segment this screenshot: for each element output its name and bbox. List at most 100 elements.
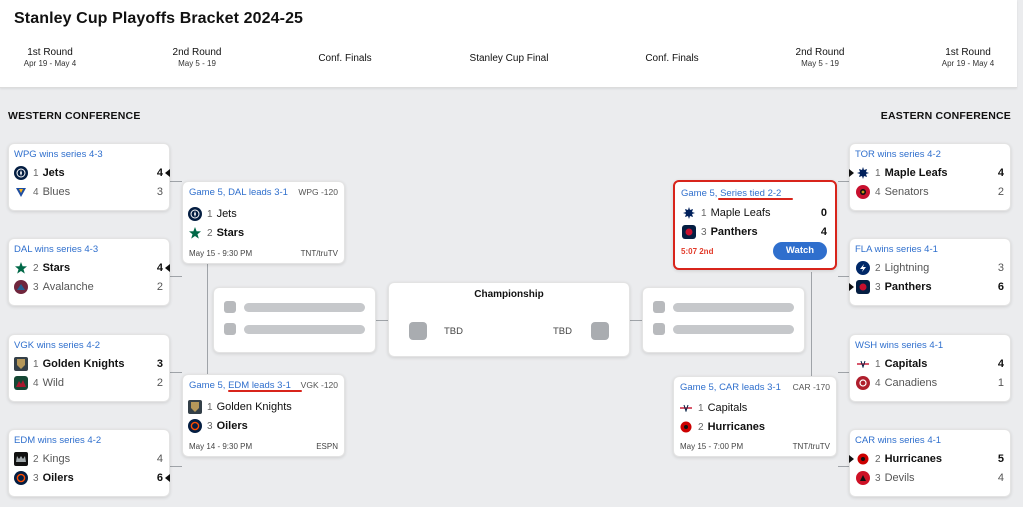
- series-result-link[interactable]: FLA wins series 4-1: [855, 244, 938, 255]
- team-row-capitals[interactable]: 1 Capitals: [679, 400, 830, 416]
- oilers-logo-icon: [14, 471, 28, 485]
- team-row-maple-leafs[interactable]: 1 Maple Leafs 0: [682, 205, 827, 221]
- team-row-hurricanes[interactable]: 2 Hurricanes: [679, 419, 830, 435]
- team-row-jets[interactable]: 1 Jets: [188, 206, 338, 222]
- team-row-stars[interactable]: 2 Stars 4: [14, 260, 163, 276]
- winner-arrow-icon: [165, 474, 170, 482]
- red-underline-annotation: [228, 390, 302, 392]
- golden-knights-logo-icon: [188, 400, 202, 414]
- series-result-link[interactable]: EDM wins series 4-2: [14, 435, 101, 446]
- game-card-wsh-car[interactable]: Game 5, CAR leads 3-1 CAR -170 1 Capital…: [673, 376, 837, 457]
- winner-arrow-icon: [849, 169, 854, 177]
- team-placeholder-icon: [224, 301, 236, 313]
- winner-arrow-icon: [849, 283, 854, 291]
- game-card-wpg-dal[interactable]: Game 5, DAL leads 3-1 WPG -120 1 Jets 2 …: [182, 181, 345, 264]
- page-title: Stanley Cup Playoffs Bracket 2024-25: [14, 10, 304, 27]
- team-row-kings[interactable]: 2 Kings 4: [14, 451, 163, 467]
- winner-arrow-icon: [165, 169, 170, 177]
- round-header-west-2nd: 2nd Round May 5 - 19: [172, 47, 222, 68]
- team-row-blues[interactable]: 4 Blues 3: [14, 184, 163, 200]
- team-row-devils[interactable]: 3 Devils 4: [856, 470, 1004, 486]
- team-row-golden-knights[interactable]: 1 Golden Knights 3: [14, 356, 163, 372]
- connector: [811, 272, 812, 376]
- team-placeholder-icon: [591, 322, 609, 340]
- stars-logo-icon: [14, 261, 28, 275]
- hurricanes-logo-icon: [679, 420, 693, 434]
- series-card-fla-tbl[interactable]: FLA wins series 4-1 2 Lightning 3 3 Pant…: [849, 238, 1011, 306]
- series-card-edm-lak[interactable]: EDM wins series 4-2 2 Kings 4 3 Oilers 6: [8, 429, 170, 497]
- series-card-dal-col[interactable]: DAL wins series 4-3 2 Stars 4 3 Avalanch…: [8, 238, 170, 306]
- winner-arrow-icon: [165, 264, 170, 272]
- team-row-stars[interactable]: 2 Stars: [188, 225, 338, 241]
- hurricanes-logo-icon: [856, 452, 870, 466]
- panthers-logo-icon: [682, 225, 696, 239]
- canadiens-logo-icon: [856, 376, 870, 390]
- maple-leafs-logo-icon: [682, 206, 696, 220]
- team-row-maple-leafs[interactable]: 1 Maple Leafs 4: [856, 165, 1004, 181]
- game-time: May 15 - 9:30 PM: [189, 249, 253, 258]
- game-time: May 14 - 9:30 PM: [189, 442, 253, 451]
- series-card-vgk-min[interactable]: VGK wins series 4-2 1 Golden Knights 3 4…: [8, 334, 170, 402]
- avalanche-logo-icon: [14, 280, 28, 294]
- tbd-right: TBD: [553, 326, 572, 337]
- game-card-tor-fla-live[interactable]: Game 5, Series tied 2-2 1 Maple Leafs 0 …: [673, 180, 837, 270]
- winner-arrow-icon: [849, 455, 854, 463]
- capitals-logo-icon: [679, 401, 693, 415]
- team-row-oilers[interactable]: 3 Oilers: [188, 418, 338, 434]
- round-header-west-1st: 1st Round Apr 19 - May 4: [23, 47, 77, 68]
- game-status-link[interactable]: Game 5, CAR leads 3-1: [680, 382, 781, 393]
- betting-odds: CAR -170: [792, 382, 830, 392]
- team-row-canadiens[interactable]: 4 Canadiens 1: [856, 375, 1004, 391]
- west-conf-final-placeholder: [213, 287, 376, 353]
- team-placeholder-icon: [653, 323, 665, 335]
- east-conf-final-placeholder: [642, 287, 805, 353]
- team-row-panthers[interactable]: 3 Panthers 4: [682, 224, 827, 240]
- betting-odds: VGK -120: [300, 380, 338, 390]
- series-result-link[interactable]: WSH wins series 4-1: [855, 340, 943, 351]
- tv-network: TNT/truTV: [300, 249, 338, 258]
- championship-title: Championship: [474, 289, 544, 300]
- wild-logo-icon: [14, 376, 28, 390]
- team-row-avalanche[interactable]: 3 Avalanche 2: [14, 279, 163, 295]
- team-row-wild[interactable]: 4 Wild 2: [14, 375, 163, 391]
- jets-logo-icon: [188, 207, 202, 221]
- capitals-logo-icon: [856, 357, 870, 371]
- team-placeholder-icon: [653, 301, 665, 313]
- panthers-logo-icon: [856, 280, 870, 294]
- betting-odds: WPG -120: [298, 187, 338, 197]
- team-row-hurricanes[interactable]: 2 Hurricanes 5: [856, 451, 1004, 467]
- connector: [170, 181, 182, 182]
- championship-card: Championship TBD TBD: [388, 282, 630, 357]
- series-result-link[interactable]: DAL wins series 4-3: [14, 244, 98, 255]
- round-header-east-1st: 1st Round Apr 19 - May 4: [941, 47, 995, 68]
- round-header-west-conf: Conf. Finals: [318, 53, 372, 64]
- series-card-tor-ott[interactable]: TOR wins series 4-2 1 Maple Leafs 4 4 Se…: [849, 143, 1011, 211]
- team-row-capitals[interactable]: 1 Capitals 4: [856, 356, 1004, 372]
- game-status-link[interactable]: Game 5, DAL leads 3-1: [189, 187, 288, 198]
- team-row-golden-knights[interactable]: 1 Golden Knights: [188, 399, 338, 415]
- team-placeholder-icon: [224, 323, 236, 335]
- team-row-senators[interactable]: 4 Senators 2: [856, 184, 1004, 200]
- connector: [376, 320, 388, 321]
- bracket-header: Stanley Cup Playoffs Bracket 2024-25 1st…: [0, 0, 1017, 88]
- series-result-link[interactable]: VGK wins series 4-2: [14, 340, 100, 351]
- series-card-wpg-stl[interactable]: WPG wins series 4-3 1 Jets 4 4 Blues 3: [8, 143, 170, 211]
- maple-leafs-logo-icon: [856, 166, 870, 180]
- series-result-link[interactable]: WPG wins series 4-3: [14, 149, 103, 160]
- team-row-jets[interactable]: 1 Jets 4: [14, 165, 163, 181]
- red-underline-annotation: [718, 198, 793, 200]
- team-row-oilers[interactable]: 3 Oilers 6: [14, 470, 163, 486]
- watch-button[interactable]: Watch: [773, 242, 827, 260]
- series-result-link[interactable]: CAR wins series 4-1: [855, 435, 941, 446]
- game-time: May 15 - 7:00 PM: [680, 442, 744, 451]
- series-card-car-njd[interactable]: CAR wins series 4-1 2 Hurricanes 5 3 Dev…: [849, 429, 1011, 497]
- series-result-link[interactable]: TOR wins series 4-2: [855, 149, 941, 160]
- devils-logo-icon: [856, 471, 870, 485]
- jets-logo-icon: [14, 166, 28, 180]
- game-card-vgk-edm[interactable]: Game 5, EDM leads 3-1 VGK -120 1 Golden …: [182, 374, 345, 457]
- team-row-lightning[interactable]: 2 Lightning 3: [856, 260, 1004, 276]
- tbd-left: TBD: [444, 326, 463, 337]
- series-card-wsh-mtl[interactable]: WSH wins series 4-1 1 Capitals 4 4 Canad…: [849, 334, 1011, 402]
- connector: [170, 276, 182, 277]
- team-row-panthers[interactable]: 3 Panthers 6: [856, 279, 1004, 295]
